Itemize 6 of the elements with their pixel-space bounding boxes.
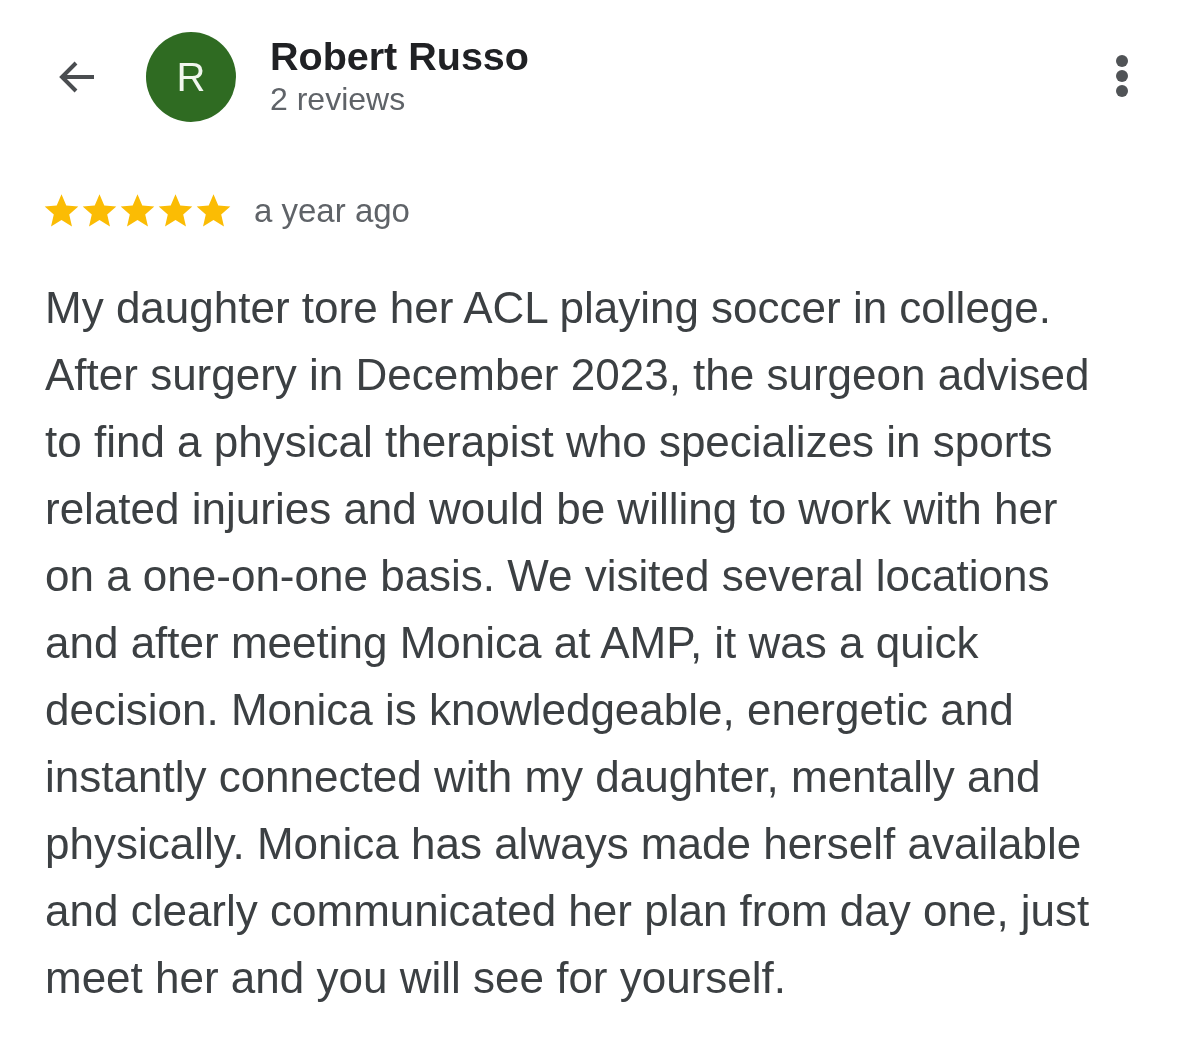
review-count: 2 reviews	[270, 80, 407, 119]
review-text: My daughter tore her ACL playing soccer in college. After surgery in December 2023, the surgeon advised to find a physical therapist who specializes in sports related injuries and would be willing to work with her on a one-on-one basis. We visited several locations and after meeting Monica at AMP, it was a quick decision. Monica is knowledgeable, energetic and instantly connected with my daughter, mentally and physically. Monica has always made herself available and clearly communicated her plan from day one, just meet her and you will see for yourself.	[45, 281, 1091, 1004]
reviewer-name: Robert Russo	[270, 33, 529, 79]
review-time: a year ago	[254, 191, 410, 231]
avatar: R	[146, 32, 236, 122]
more-options-icon	[1115, 54, 1129, 98]
